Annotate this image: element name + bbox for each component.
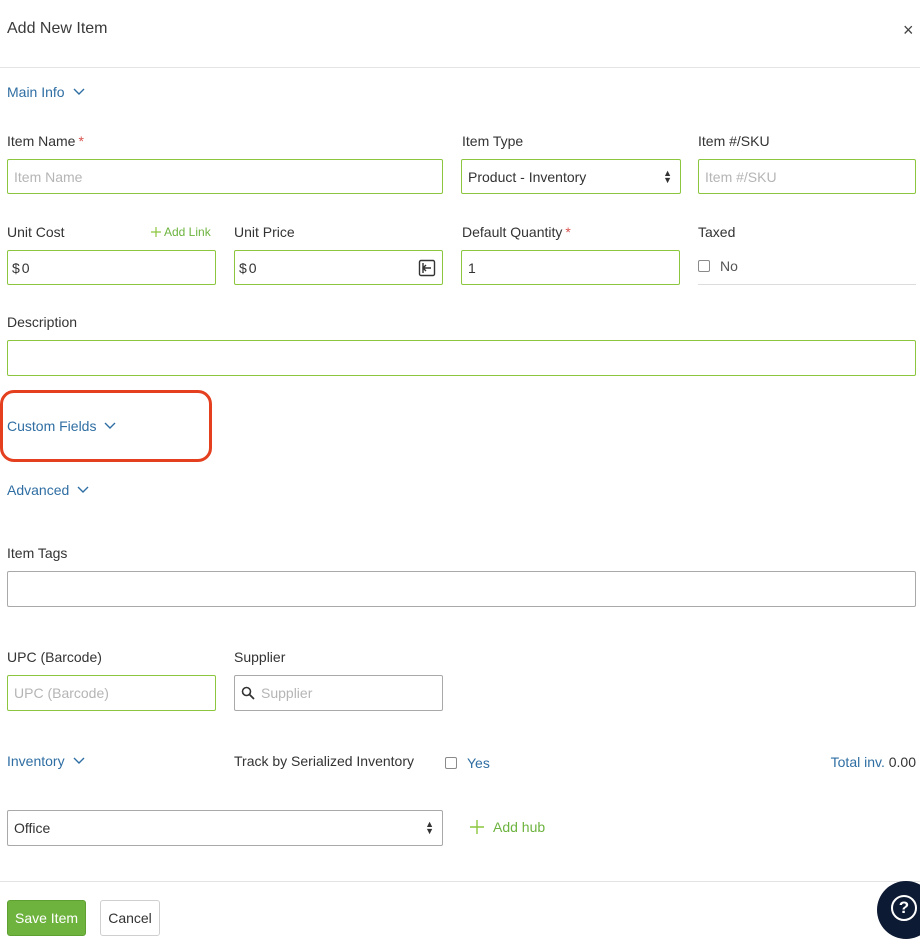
total-inventory-label: Total inv. xyxy=(830,754,885,770)
taxed-option-label: No xyxy=(720,258,738,274)
supplier-input[interactable]: Supplier xyxy=(234,675,443,711)
chevron-down-icon xyxy=(73,88,85,95)
supplier-placeholder: Supplier xyxy=(261,685,313,701)
main-info-label: Main Info xyxy=(7,84,65,100)
taxed-underline xyxy=(698,284,916,285)
taxed-label: Taxed xyxy=(698,224,736,240)
description-input[interactable] xyxy=(7,340,916,376)
upc-label: UPC (Barcode) xyxy=(7,649,102,665)
currency-prefix: $ xyxy=(12,259,20,276)
unit-price-label: Unit Price xyxy=(234,224,295,240)
currency-prefix: $ xyxy=(239,259,247,276)
track-serialized-group: Yes xyxy=(445,755,490,771)
add-hub-button[interactable]: Add hub xyxy=(470,819,545,835)
unit-price-input[interactable]: $ 0 xyxy=(234,250,443,285)
custom-fields-label: Custom Fields xyxy=(7,418,97,434)
help-icon: ? xyxy=(891,895,917,921)
taxed-checkbox[interactable] xyxy=(698,260,710,272)
item-tags-label: Item Tags xyxy=(7,545,68,561)
plus-icon xyxy=(470,820,484,834)
default-quantity-input[interactable]: 1 xyxy=(461,250,680,285)
taxed-checkbox-group: No xyxy=(698,258,738,274)
unit-price-value: 0 xyxy=(248,259,257,276)
add-hub-label: Add hub xyxy=(493,819,546,835)
sku-placeholder: Item #/SKU xyxy=(705,168,777,185)
chevron-down-icon xyxy=(77,486,89,493)
track-serialized-checkbox[interactable] xyxy=(445,757,457,769)
search-icon xyxy=(241,686,255,700)
add-link-button[interactable]: Add Link xyxy=(151,225,211,239)
track-serialized-option: Yes xyxy=(467,755,490,771)
upc-placeholder: UPC (Barcode) xyxy=(14,685,109,701)
inventory-label: Inventory xyxy=(7,753,65,769)
close-icon[interactable]: × xyxy=(903,21,917,39)
chevron-down-icon xyxy=(73,757,85,764)
item-name-placeholder: Item Name xyxy=(14,168,83,185)
total-inventory-value: 0.00 xyxy=(888,754,916,770)
select-arrows-icon: ▲ ▼ xyxy=(425,819,434,836)
sku-label: Item #/SKU xyxy=(698,133,770,149)
item-type-select[interactable]: Product - Inventory ▲ ▼ xyxy=(461,159,681,194)
item-type-value: Product - Inventory xyxy=(468,168,587,185)
supplier-label: Supplier xyxy=(234,649,286,665)
help-button[interactable]: ? xyxy=(877,881,920,939)
unit-cost-label: Unit Cost xyxy=(7,224,65,240)
cancel-button[interactable]: Cancel xyxy=(100,900,160,936)
sku-input[interactable]: Item #/SKU xyxy=(698,159,916,194)
select-arrows-icon: ▲ ▼ xyxy=(663,167,672,185)
item-type-label: Item Type xyxy=(462,133,524,149)
hub-select[interactable]: Office ▲ ▼ xyxy=(7,810,443,846)
description-label: Description xyxy=(7,314,78,330)
track-serialized-label: Track by Serialized Inventory xyxy=(234,753,414,769)
custom-fields-toggle[interactable]: Custom Fields xyxy=(7,418,116,434)
default-quantity-label: Default Quantity * xyxy=(462,224,571,240)
total-inventory: Total inv. 0.00 xyxy=(831,754,916,770)
dialog-title: Add New Item xyxy=(7,20,108,37)
item-name-input[interactable]: Item Name xyxy=(7,159,443,194)
advanced-toggle[interactable]: Advanced xyxy=(7,482,89,498)
header-divider xyxy=(0,67,920,68)
import-price-icon[interactable] xyxy=(418,259,436,277)
unit-cost-input[interactable]: $ 0 xyxy=(7,250,216,285)
inventory-toggle[interactable]: Inventory xyxy=(7,753,85,769)
hub-value: Office xyxy=(14,820,51,836)
item-tags-input[interactable] xyxy=(7,571,916,607)
default-quantity-value: 1 xyxy=(468,259,476,276)
plus-icon xyxy=(151,227,161,237)
upc-input[interactable]: UPC (Barcode) xyxy=(7,675,216,711)
main-info-toggle[interactable]: Main Info xyxy=(7,84,85,100)
chevron-down-icon xyxy=(104,422,116,429)
item-name-label: Item Name * xyxy=(7,133,84,149)
add-link-label: Add Link xyxy=(164,225,211,239)
footer-divider xyxy=(0,881,920,882)
advanced-label: Advanced xyxy=(7,482,70,498)
save-item-button[interactable]: Save Item xyxy=(7,900,86,936)
unit-cost-value: 0 xyxy=(21,259,30,276)
